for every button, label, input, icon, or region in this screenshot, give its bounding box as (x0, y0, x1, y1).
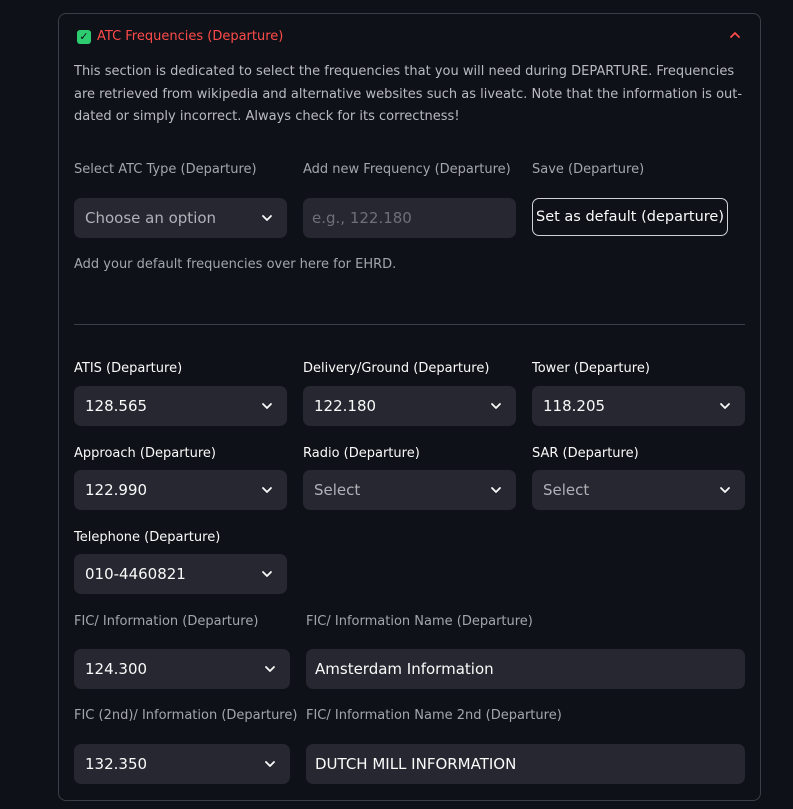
fic2-info-name-label: FIC/ Information Name 2nd (Departure) (306, 708, 562, 723)
radio-select[interactable]: Select (303, 470, 516, 510)
divider (74, 324, 745, 325)
atis-value: 128.565 (85, 397, 148, 415)
chevron-down-icon (720, 403, 730, 409)
fic2-info-select[interactable]: 132.350 (74, 744, 290, 784)
approach-select[interactable]: 122.990 (74, 470, 287, 510)
atc-type-value: Choose an option (85, 209, 217, 227)
telephone-label: Telephone (Departure) (74, 530, 221, 545)
section-description: This section is dedicated to select the … (74, 64, 743, 124)
approach-label: Approach (Departure) (74, 446, 217, 461)
atc-type-select[interactable]: Choose an option (74, 198, 287, 238)
fic-info-value: 124.300 (85, 660, 148, 678)
fic2-info-value: 132.350 (85, 755, 148, 773)
fic-info-label: FIC/ Information (Departure) (74, 614, 259, 629)
atis-select[interactable]: 128.565 (74, 386, 287, 426)
fic-info-name-label: FIC/ Information Name (Departure) (306, 614, 533, 629)
chevron-down-icon (491, 487, 501, 493)
expander-title[interactable]: ATC Frequencies (Departure) (97, 29, 283, 44)
delivery-select[interactable]: 122.180 (303, 386, 516, 426)
new-frequency-placeholder: e.g., 122.180 (312, 209, 412, 227)
fic2-info-label: FIC (2nd)/ Information (Departure) (74, 708, 298, 723)
sar-select[interactable]: Select (532, 470, 745, 510)
delivery-label: Delivery/Ground (Departure) (303, 361, 490, 376)
chevron-down-icon (491, 403, 501, 409)
fic2-info-name-input[interactable]: DUTCH MILL INFORMATION (306, 744, 745, 784)
set-default-button[interactable]: Set as default (departure) (532, 198, 728, 236)
new-frequency-input[interactable]: e.g., 122.180 (303, 198, 516, 238)
delivery-value: 122.180 (314, 397, 377, 415)
new-frequency-label: Add new Frequency (Departure) (303, 162, 511, 177)
approach-value: 122.990 (85, 481, 148, 499)
sar-label: SAR (Departure) (532, 446, 639, 461)
chevron-down-icon (262, 571, 272, 577)
default-note: Add your default frequencies over here f… (74, 257, 397, 272)
tower-label: Tower (Departure) (532, 361, 650, 376)
telephone-select[interactable]: 010-4460821 (74, 554, 287, 594)
checkbox-checked-icon: ✓ (77, 30, 91, 44)
chevron-down-icon (720, 487, 730, 493)
atc-type-label: Select ATC Type (Departure) (74, 162, 257, 177)
telephone-value: 010-4460821 (85, 565, 186, 583)
atis-label: ATIS (Departure) (74, 361, 183, 376)
chevron-down-icon (265, 666, 275, 672)
chevron-down-icon (262, 403, 272, 409)
chevron-up-icon[interactable] (728, 28, 742, 42)
radio-label: Radio (Departure) (303, 446, 420, 461)
chevron-down-icon (265, 761, 275, 767)
chevron-down-icon (262, 487, 272, 493)
radio-value: Select (314, 481, 361, 499)
fic-info-select[interactable]: 124.300 (74, 649, 290, 689)
chevron-down-icon (262, 215, 272, 221)
fic-info-name-input[interactable]: Amsterdam Information (306, 649, 745, 689)
tower-select[interactable]: 118.205 (532, 386, 745, 426)
sar-value: Select (543, 481, 590, 499)
tower-value: 118.205 (543, 397, 606, 415)
save-label: Save (Departure) (532, 162, 645, 177)
